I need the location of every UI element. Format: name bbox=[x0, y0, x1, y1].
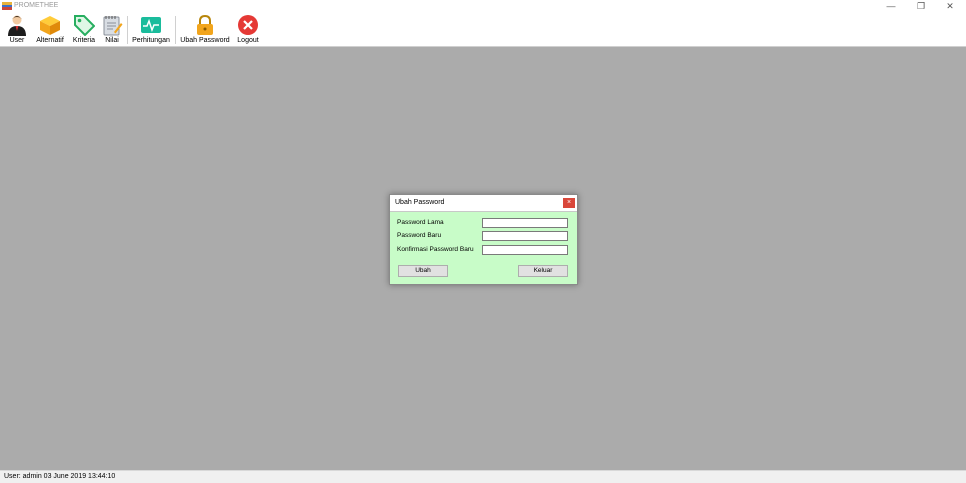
change-password-dialog: Ubah Password × Password Lama Password B… bbox=[389, 194, 578, 285]
app-icon bbox=[2, 2, 12, 10]
toolbar-perhitungan-button[interactable]: Perhitungan bbox=[130, 13, 172, 46]
ubah-button[interactable]: Ubah bbox=[398, 265, 448, 277]
dialog-titlebar: Ubah Password × bbox=[390, 195, 577, 212]
status-bar: User: admin 03 June 2019 13:44:10 bbox=[0, 470, 966, 483]
new-password-label: Password Baru bbox=[397, 232, 442, 239]
pulse-icon bbox=[141, 17, 161, 33]
restore-button[interactable]: ❐ bbox=[906, 0, 936, 13]
confirm-password-field[interactable] bbox=[482, 245, 568, 255]
box-icon bbox=[40, 16, 60, 35]
window-titlebar: PROMETHEE — ❐ ✕ bbox=[0, 0, 966, 13]
old-password-label: Password Lama bbox=[397, 219, 444, 226]
main-toolbar: User Alternatif Kriteria Nilai Perhitung bbox=[0, 13, 966, 47]
toolbar-separator bbox=[127, 16, 128, 44]
toolbar-nilai-label: Nilai bbox=[105, 37, 119, 44]
toolbar-user-label: User bbox=[9, 37, 25, 44]
toolbar-user-button[interactable]: User bbox=[4, 13, 30, 46]
tag-icon bbox=[74, 15, 95, 36]
toolbar-ubah-password-button[interactable]: Ubah Password bbox=[179, 13, 231, 46]
close-window-button[interactable]: ✕ bbox=[935, 0, 965, 13]
toolbar-kriteria-label: Kriteria bbox=[72, 37, 96, 44]
toolbar-alternatif-button[interactable]: Alternatif bbox=[32, 13, 68, 46]
toolbar-alternatif-label: Alternatif bbox=[36, 37, 64, 44]
lock-icon bbox=[197, 14, 213, 35]
keluar-button[interactable]: Keluar bbox=[518, 265, 568, 277]
toolbar-kriteria-button[interactable]: Kriteria bbox=[70, 13, 98, 46]
user-icon bbox=[8, 15, 26, 36]
dialog-close-button[interactable]: × bbox=[563, 198, 575, 208]
toolbar-separator bbox=[175, 16, 176, 44]
notepad-icon bbox=[103, 16, 123, 36]
toolbar-ubah-password-label: Ubah Password bbox=[180, 37, 230, 44]
toolbar-nilai-button[interactable]: Nilai bbox=[100, 13, 124, 46]
new-password-field[interactable] bbox=[482, 231, 568, 241]
status-text: User: admin 03 June 2019 13:44:10 bbox=[4, 473, 116, 480]
minimize-button[interactable]: — bbox=[876, 0, 906, 13]
window-title: PROMETHEE bbox=[14, 2, 59, 9]
old-password-field[interactable] bbox=[482, 218, 568, 228]
close-circle-icon bbox=[238, 15, 258, 35]
confirm-password-label: Konfirmasi Password Baru bbox=[397, 246, 474, 253]
toolbar-logout-button[interactable]: Logout bbox=[234, 13, 262, 46]
toolbar-logout-label: Logout bbox=[237, 37, 259, 44]
toolbar-perhitungan-label: Perhitungan bbox=[132, 37, 170, 44]
dialog-title: Ubah Password bbox=[395, 199, 445, 206]
